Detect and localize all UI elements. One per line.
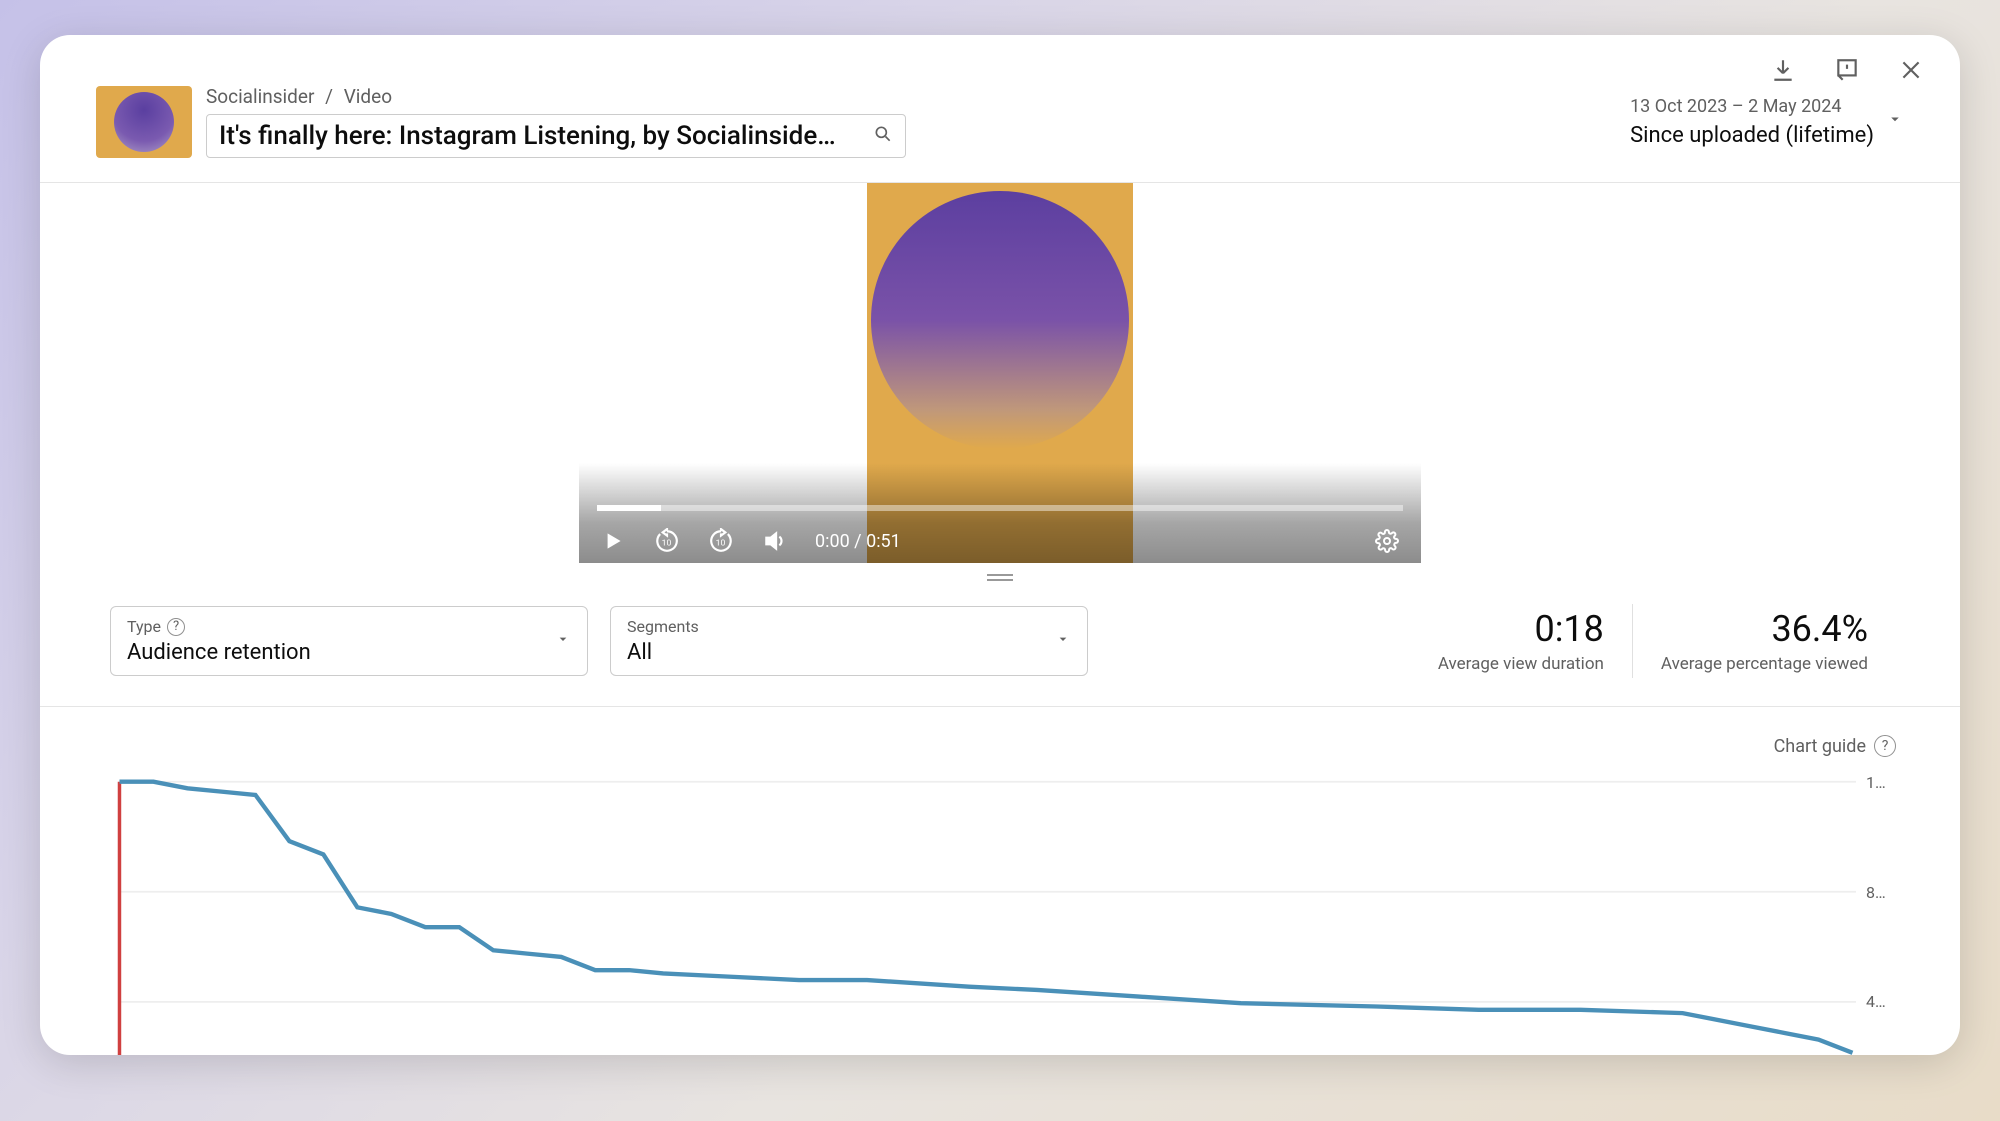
resize-handle[interactable] [40,563,1960,592]
breadcrumb-sep: / [325,85,333,108]
volume-icon[interactable] [761,527,789,555]
date-range-select[interactable]: 13 Oct 2023 – 2 May 2024 Since uploaded … [1630,96,1904,148]
flag-icon[interactable] [1832,55,1862,85]
gear-icon[interactable] [1373,527,1401,555]
topbar [40,35,1960,85]
date-range-text: 13 Oct 2023 – 2 May 2024 [1630,96,1874,117]
video-thumbnail[interactable] [96,86,192,158]
svg-text:10: 10 [662,538,672,548]
video-progress-bar[interactable] [597,505,1403,511]
metric-value: 0:18 [1438,608,1604,650]
chevron-down-icon [555,631,571,651]
type-label: Type [127,617,161,636]
svg-text:10: 10 [716,538,726,548]
metric-value: 36.4% [1661,608,1868,650]
search-icon[interactable] [873,121,893,151]
header: Socialinsider / Video It's finally here:… [40,85,1960,183]
segments-value: All [627,640,1067,665]
play-icon[interactable] [599,527,627,555]
metric-label: Average percentage viewed [1661,654,1868,674]
breadcrumb-leaf[interactable]: Video [344,85,392,108]
metric-avg-duration: 0:18 Average view duration [1410,604,1633,678]
rewind-10-icon[interactable]: 10 [653,527,681,555]
type-value: Audience retention [127,640,567,665]
y-axis: 1…8…4…0% [1856,773,1896,1055]
chevron-down-icon [1886,110,1904,132]
video-title: It's finally here: Instagram Listening, … [219,121,836,151]
retention-chart[interactable] [116,773,1856,1055]
video-controls: 10 10 0:00 / 0:51 [579,463,1421,563]
metric-label: Average view duration [1438,654,1604,674]
help-icon[interactable]: ? [1874,735,1896,757]
help-icon[interactable]: ? [167,618,185,636]
analytics-panel: Socialinsider / Video It's finally here:… [40,35,1960,1055]
chart-section: Chart guide ? 1…8…4…0% 0:000:160:33 [40,707,1960,1055]
filters-bar: Type ? Audience retention Segments All 0… [40,592,1960,707]
breadcrumb: Socialinsider / Video [206,85,906,108]
metrics: 0:18 Average view duration 36.4% Average… [1410,604,1896,678]
video-time: 0:00 / 0:51 [815,531,901,552]
date-range-preset: Since uploaded (lifetime) [1630,123,1874,148]
forward-10-icon[interactable]: 10 [707,527,735,555]
segments-dropdown[interactable]: Segments All [610,606,1088,676]
chart-guide-link[interactable]: Chart guide ? [116,735,1896,757]
segments-label: Segments [627,617,699,636]
video-title-select[interactable]: It's finally here: Instagram Listening, … [206,114,906,158]
breadcrumb-root[interactable]: Socialinsider [206,85,314,108]
video-player[interactable]: 10 10 0:00 / 0:51 [40,183,1960,563]
close-icon[interactable] [1896,55,1926,85]
type-dropdown[interactable]: Type ? Audience retention [110,606,588,676]
download-icon[interactable] [1768,55,1798,85]
chevron-down-icon [1055,631,1071,651]
metric-avg-pct: 36.4% Average percentage viewed [1633,604,1896,678]
